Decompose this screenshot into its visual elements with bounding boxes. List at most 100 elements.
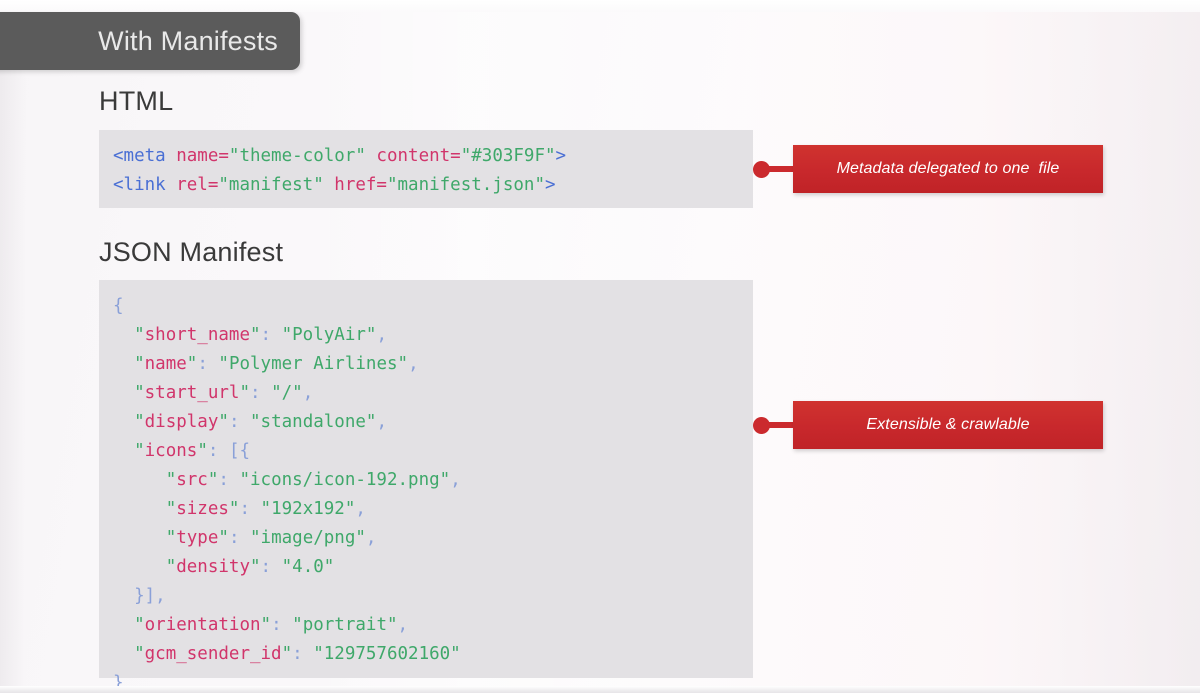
code-token: content= — [376, 146, 461, 166]
callout-label-1: Metadata delegated to one file — [836, 160, 1060, 177]
code-token: : — [197, 354, 219, 374]
code-line: <meta name="theme-color" content="#303F9… — [113, 142, 753, 171]
code-token: > — [545, 175, 556, 195]
code-token: }], — [134, 586, 166, 606]
code-token: " — [165, 528, 177, 548]
code-token: gcm_sender_id — [144, 644, 282, 664]
code-line: "name": "Polymer Airlines", — [113, 350, 753, 379]
code-token: short_name — [144, 325, 250, 345]
code-token: , — [376, 325, 387, 345]
code-token: "PolyAir" — [281, 325, 377, 345]
code-block-html: <meta name="theme-color" content="#303F9… — [99, 130, 753, 208]
code-line: "icons": [{ — [113, 437, 753, 466]
code-token: : — [207, 441, 229, 461]
code-token: icons — [144, 441, 198, 461]
callout-metadata-delegated: Metadata delegated to one file — [793, 145, 1103, 193]
code-token: : — [239, 499, 261, 519]
top-trim — [0, 0, 1200, 12]
code-token: name — [144, 354, 187, 374]
callout-connector-1 — [760, 166, 796, 172]
code-line: { — [113, 292, 753, 321]
code-token: " — [207, 470, 219, 490]
code-line: "type": "image/png", — [113, 524, 753, 553]
code-block-json-manifest: { "short_name": "PolyAir", "name": "Poly… — [99, 280, 753, 693]
code-token: " — [239, 383, 250, 403]
code-token: , — [397, 615, 409, 635]
code-token: : — [228, 412, 251, 432]
code-token: "4.0" — [281, 557, 335, 577]
code-token: " — [165, 499, 177, 519]
code-token: rel= — [176, 175, 219, 195]
code-token: " — [250, 557, 261, 577]
code-token: , — [408, 354, 419, 374]
code-line: <link rel="manifest" href="manifest.json… — [113, 171, 753, 200]
code-token: display — [144, 412, 219, 432]
slide-canvas: With Manifests HTML <meta name="theme-co… — [0, 0, 1200, 693]
section-heading-html: HTML — [99, 86, 174, 116]
code-token: : — [218, 470, 240, 490]
code-line: "density": "4.0" — [113, 553, 753, 582]
callout-extensible-crawlable: Extensible & crawlable — [793, 401, 1103, 449]
code-token: <meta — [113, 146, 177, 166]
code-token: > — [555, 146, 567, 166]
code-token: "standalone" — [250, 412, 377, 432]
code-token: "portrait" — [292, 615, 398, 635]
code-token: src — [176, 470, 208, 490]
code-token: " — [218, 412, 229, 432]
bottom-trim — [0, 686, 1200, 693]
code-line: "display": "standalone", — [113, 408, 753, 437]
code-token: orientation — [144, 615, 261, 635]
code-token: "manifest.json" — [386, 175, 546, 195]
code-token: " — [249, 325, 261, 345]
code-token: : — [260, 557, 282, 577]
code-token: " — [260, 615, 272, 635]
code-token: "manifest" — [218, 175, 324, 195]
code-token: : — [292, 644, 314, 664]
code-token: { — [113, 296, 124, 316]
code-token: start_url — [144, 383, 240, 403]
code-token: " — [186, 354, 198, 374]
code-token: " — [134, 441, 145, 461]
code-token: , — [355, 499, 366, 519]
code-line: }], — [113, 582, 753, 611]
slide-title-tab: With Manifests — [0, 12, 300, 70]
code-token: name= — [176, 146, 229, 166]
code-line: "start_url": "/", — [113, 379, 753, 408]
code-token: type — [176, 528, 219, 548]
code-token: href= — [334, 175, 387, 195]
code-line: "sizes": "192x192", — [113, 495, 753, 524]
code-token: "icons/icon-192.png" — [239, 470, 451, 490]
code-token: " — [218, 528, 229, 548]
code-token: , — [376, 412, 387, 432]
code-token: , — [302, 383, 314, 403]
code-token: [{ — [228, 441, 251, 461]
code-token: : — [260, 325, 282, 345]
code-line: "short_name": "PolyAir", — [113, 321, 753, 350]
code-token: : — [271, 615, 293, 635]
code-token: " — [134, 615, 145, 635]
code-token: "#303F9F" — [460, 146, 556, 166]
code-token: : — [228, 528, 251, 548]
code-token: , — [450, 470, 461, 490]
code-token: "/" — [271, 383, 303, 403]
code-token: : — [250, 383, 272, 403]
code-token: " — [134, 325, 145, 345]
code-token: " — [134, 354, 145, 374]
code-token: "192x192" — [260, 499, 356, 519]
callout-label-2: Extensible & crawlable — [866, 416, 1030, 433]
code-token: " — [228, 499, 240, 519]
code-token: "Polymer Airlines" — [218, 354, 409, 374]
code-token: , — [365, 528, 377, 548]
